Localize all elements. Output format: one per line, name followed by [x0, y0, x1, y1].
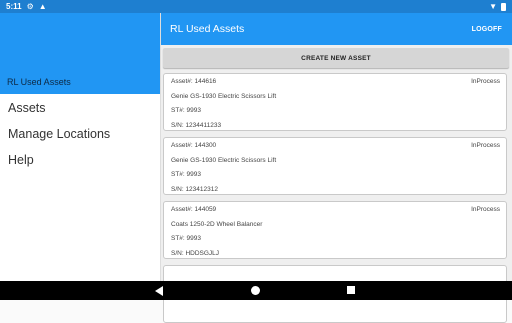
main-content: RL Used Assets LOGOFF CREATE NEW ASSET A… [161, 13, 512, 323]
asset-number: Asset#: 144616 [171, 78, 217, 85]
status-time: 5:11 [6, 2, 22, 11]
shield-icon: ▲ [38, 2, 47, 11]
navigation-drawer: RL Used Assets Assets Manage Locations H… [0, 13, 161, 281]
battery-icon [501, 2, 506, 11]
asset-card[interactable]: Asset#: 144059 InProcess Coats 1250-2D W… [163, 201, 507, 259]
app-bar-title: RL Used Assets [170, 23, 245, 35]
app-bar: RL Used Assets LOGOFF [161, 13, 512, 45]
asset-card[interactable]: Asset#: 144300 InProcess Genie GS-1930 E… [163, 137, 507, 195]
logoff-button[interactable]: LOGOFF [472, 26, 502, 33]
asset-serial-number: S/N: 123412312 [171, 186, 218, 193]
asset-serial-number: S/N: 1234411233 [171, 122, 222, 129]
wifi-icon: ▼ [489, 2, 497, 11]
drawer-header: RL Used Assets [0, 13, 160, 94]
asset-description: Coats 1250-2D Wheel Balancer [171, 221, 263, 228]
back-icon[interactable] [155, 286, 163, 296]
asset-store-number: ST#: 9993 [171, 171, 201, 178]
drawer-item-help[interactable]: Help [0, 147, 160, 173]
asset-store-number: ST#: 9993 [171, 107, 201, 114]
create-new-asset-button[interactable]: CREATE NEW ASSET [163, 48, 509, 68]
asset-store-number: ST#: 9993 [171, 235, 201, 242]
asset-description: Genie GS-1930 Electric Scissors Lift [171, 93, 277, 100]
asset-status: InProcess [471, 206, 500, 213]
system-nav-bar [0, 281, 512, 300]
gear-icon: ⚙ [26, 2, 34, 11]
asset-description: Genie GS-1930 Electric Scissors Lift [171, 157, 277, 164]
drawer-item-assets[interactable]: Assets [0, 95, 160, 121]
asset-number: Asset#: 144300 [171, 142, 217, 149]
status-bar: 5:11 ⚙ ▲ ▼ [0, 0, 512, 13]
drawer-item-manage-locations[interactable]: Manage Locations [0, 121, 160, 147]
asset-number: Asset#: 144059 [171, 206, 217, 213]
asset-status: InProcess [471, 142, 500, 149]
recent-apps-icon[interactable] [347, 286, 355, 294]
home-icon[interactable] [251, 286, 260, 295]
asset-serial-number: S/N: HDDSGJLJ [171, 250, 220, 257]
drawer-title: RL Used Assets [7, 77, 71, 87]
asset-card[interactable]: Asset#: 144616 InProcess Genie GS-1930 E… [163, 73, 507, 131]
asset-status: InProcess [471, 78, 500, 85]
